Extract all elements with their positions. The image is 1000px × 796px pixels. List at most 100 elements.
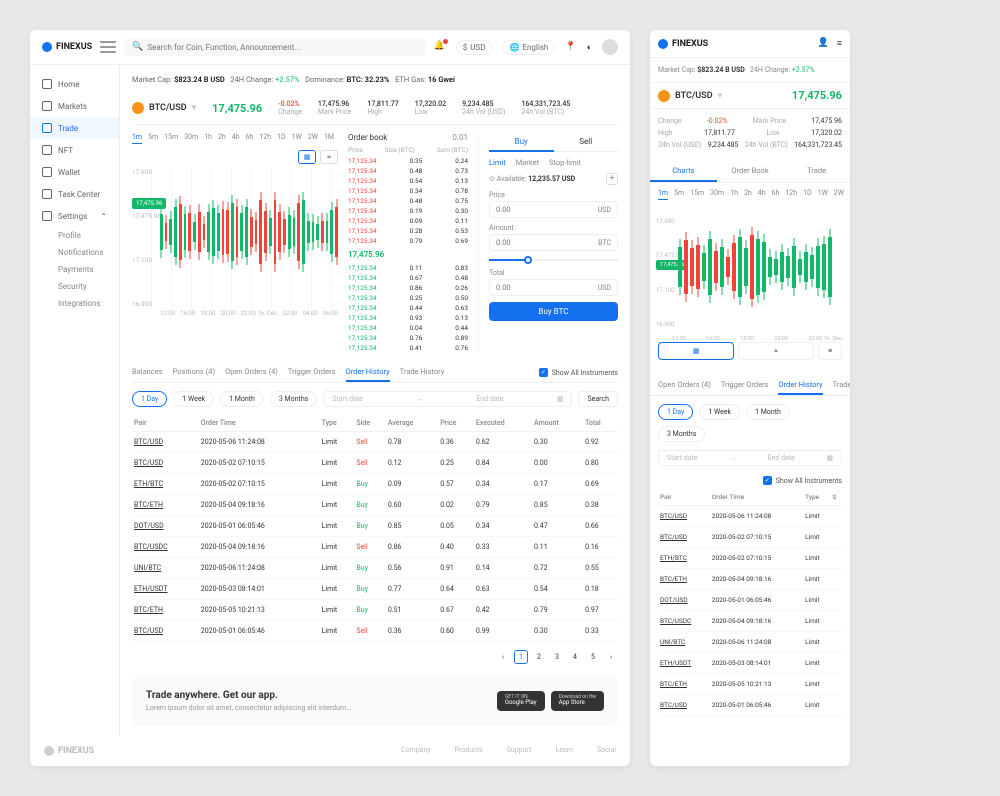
filter-3-months[interactable]: 3 Months <box>270 391 317 407</box>
timeframe-1M[interactable]: 1M <box>324 133 334 144</box>
orderbook-ask-row[interactable]: 17,125.340.790.69 <box>348 236 468 246</box>
col-price[interactable]: Price <box>438 415 474 432</box>
page-5[interactable]: 5 <box>586 650 600 664</box>
tab-stop-limit[interactable]: Stop-limit <box>549 158 581 167</box>
orderbook-bid-row[interactable]: 17,125.340.760.89 <box>348 333 468 343</box>
filter-3-months[interactable]: 3 Months <box>658 426 705 442</box>
table-row[interactable]: ETH/BTC2020-05-02 07:10:15Limit <box>658 548 842 569</box>
table-row[interactable]: BTC/USD2020-05-02 07:10:15Limit <box>658 527 842 548</box>
buy-button[interactable]: Buy BTC <box>489 302 618 321</box>
table-row[interactable]: ETH/BTC2020-05-02 07:10:15LimitBuy0.090.… <box>132 474 618 495</box>
col-side[interactable]: Side <box>354 415 385 432</box>
show-all-checkbox[interactable]: ✓Show All Instruments <box>539 363 618 382</box>
orderbook-bid-row[interactable]: 17,125.340.110.83 <box>348 263 468 273</box>
table-row[interactable]: ETH/USDT2020-05-03 08:14:01Limit <box>658 653 842 674</box>
orderbook-ask-row[interactable]: 17,125.340.340.78 <box>348 186 468 196</box>
filter-1-month[interactable]: 1 Month <box>746 404 790 420</box>
page-4[interactable]: 4 <box>568 650 582 664</box>
table-row[interactable]: ETH/USDT2020-05-03 08:14:01LimitBuy0.770… <box>132 579 618 600</box>
table-row[interactable]: BTC/USD2020-05-02 07:10:15LimitSell0.120… <box>132 453 618 474</box>
tab-market[interactable]: Market <box>516 158 539 167</box>
footer-link-support[interactable]: Support <box>507 746 532 756</box>
footer-link-company[interactable]: Company <box>401 746 431 756</box>
tab-trade[interactable]: Trade <box>783 161 850 182</box>
timeframe-1h[interactable]: 1h <box>730 189 738 200</box>
orderbook-precision[interactable]: 0.01 <box>452 133 468 142</box>
timeframe-2W[interactable]: 2W <box>834 189 844 200</box>
timeframe-1D[interactable]: 1D <box>803 189 812 200</box>
col-executed[interactable]: Executed <box>474 415 532 432</box>
table-row[interactable]: BTC/ETH2020-05-04 09:18:16LimitBuy0.600.… <box>132 495 618 516</box>
google-play-button[interactable]: GET IT ONGoogle Play <box>497 691 545 711</box>
col-type[interactable]: Type <box>320 415 355 432</box>
timeframe-6h[interactable]: 6h <box>772 189 780 200</box>
tab-orderbook[interactable]: Order Book <box>717 161 784 182</box>
search-field[interactable] <box>147 43 417 52</box>
search-input[interactable]: 🔍 <box>124 38 426 56</box>
timeframe-15m[interactable]: 15m <box>690 189 704 200</box>
orderbook-ask-row[interactable]: 17,125.340.350.24 <box>348 156 468 166</box>
amount-input[interactable]: BTC <box>489 234 618 251</box>
table-row[interactable]: BTC/ETH2020-05-05 10:21:13Limit <box>658 674 842 695</box>
orderbook-ask-row[interactable]: 17,125.340.190.30 <box>348 206 468 216</box>
theme-icon[interactable]: ◐ <box>587 42 592 53</box>
orderbook-ask-row[interactable]: 17,125.340.480.73 <box>348 166 468 176</box>
mobile-date-input[interactable]: Start date→End date▦ <box>658 450 842 466</box>
orderbook-bid-row[interactable]: 17,125.340.040.44 <box>348 323 468 333</box>
tab-sell[interactable]: Sell <box>554 133 619 152</box>
col-total[interactable]: Total <box>583 415 618 432</box>
table-row[interactable]: BTC/USD2020-05-06 11:24:08Limit <box>658 506 842 527</box>
orderbook-ask-row[interactable]: 17,125.340.480.75 <box>348 196 468 206</box>
orderbook-bid-row[interactable]: 17,125.340.670.48 <box>348 273 468 283</box>
timeframe-1m[interactable]: 1m <box>132 133 142 144</box>
table-row[interactable]: BTC/USD2020-05-01 06:05:46Limit <box>658 695 842 716</box>
tab-positions--4-[interactable]: Positions (4) <box>173 363 215 382</box>
sidebar-item-settings[interactable]: Settings⌃ <box>30 205 119 227</box>
table-row[interactable]: BTC/USD2020-05-01 06:05:46LimitSell0.360… <box>132 621 618 642</box>
orderbook-ask-row[interactable]: 17,125.340.280.53 <box>348 226 468 236</box>
app-store-button[interactable]: Download on theApp Store <box>551 691 604 711</box>
menu-icon[interactable]: ≡ <box>837 38 842 49</box>
tab-order-history[interactable]: Order History <box>778 376 822 395</box>
avatar[interactable] <box>602 39 618 55</box>
sidebar-item-home[interactable]: Home <box>30 73 119 95</box>
col-order-time[interactable]: Order Time <box>199 415 320 432</box>
prev-page[interactable]: ‹ <box>496 650 510 664</box>
table-row[interactable]: UNI/BTC2020-05-06 11:24:08Limit <box>658 632 842 653</box>
orderbook-bid-row[interactable]: 17,125.340.930.13 <box>348 313 468 323</box>
table-row[interactable]: DOT/USD2020-05-01 06:05:46Limit <box>658 590 842 611</box>
timeframe-30m[interactable]: 30m <box>710 189 724 200</box>
col-amount[interactable]: Amount <box>532 415 583 432</box>
tab-balances[interactable]: Balances <box>132 363 163 382</box>
table-row[interactable]: BTC/USD2020-05-06 11:24:08LimitSell0.780… <box>132 432 618 453</box>
user-icon[interactable]: 👤 <box>818 38 829 49</box>
sidebar-item-nft[interactable]: NFT <box>30 139 119 161</box>
line-chart-icon[interactable]: ≈ <box>320 150 338 164</box>
timeframe-1W[interactable]: 1W <box>818 189 828 200</box>
timeframe-1W[interactable]: 1W <box>292 133 302 144</box>
orderbook-bid-row[interactable]: 17,125.340.250.50 <box>348 293 468 303</box>
tab-open-orders--4-[interactable]: Open Orders (4) <box>658 376 711 395</box>
amount-slider[interactable] <box>489 259 618 261</box>
sidebar-sub-notifications[interactable]: Notifications <box>30 244 119 261</box>
tab-order-history[interactable]: Order History <box>346 363 390 382</box>
logo[interactable]: FINEXUS <box>42 42 92 52</box>
footer-link-products[interactable]: Products <box>455 746 483 756</box>
price-input[interactable]: USD <box>489 201 618 218</box>
sidebar-sub-profile[interactable]: Profile <box>30 227 119 244</box>
filter-1-day[interactable]: 1 Day <box>658 404 693 420</box>
pair-selector[interactable]: BTC/USD▾ <box>132 102 196 114</box>
sidebar-item-trade[interactable]: Trade <box>30 117 119 139</box>
page-3[interactable]: 3 <box>550 650 564 664</box>
timeframe-12h[interactable]: 12h <box>259 133 271 144</box>
language-selector[interactable]: 🌐 English <box>502 40 555 55</box>
sidebar-item-task-center[interactable]: Task Center <box>30 183 119 205</box>
total-input[interactable]: USD <box>489 279 618 296</box>
timeframe-30m[interactable]: 30m <box>184 133 198 144</box>
sidebar-item-wallet[interactable]: Wallet <box>30 161 119 183</box>
tab-trigger-orders[interactable]: Trigger Orders <box>288 363 336 382</box>
timeframe-1h[interactable]: 1h <box>204 133 212 144</box>
notification-icon[interactable]: 🔔 <box>434 41 446 53</box>
mobile-chart[interactable]: 17.60017.475.9617.10016.900 17,475.96 <box>656 218 844 328</box>
tab-open-orders--4-[interactable]: Open Orders (4) <box>225 363 278 382</box>
